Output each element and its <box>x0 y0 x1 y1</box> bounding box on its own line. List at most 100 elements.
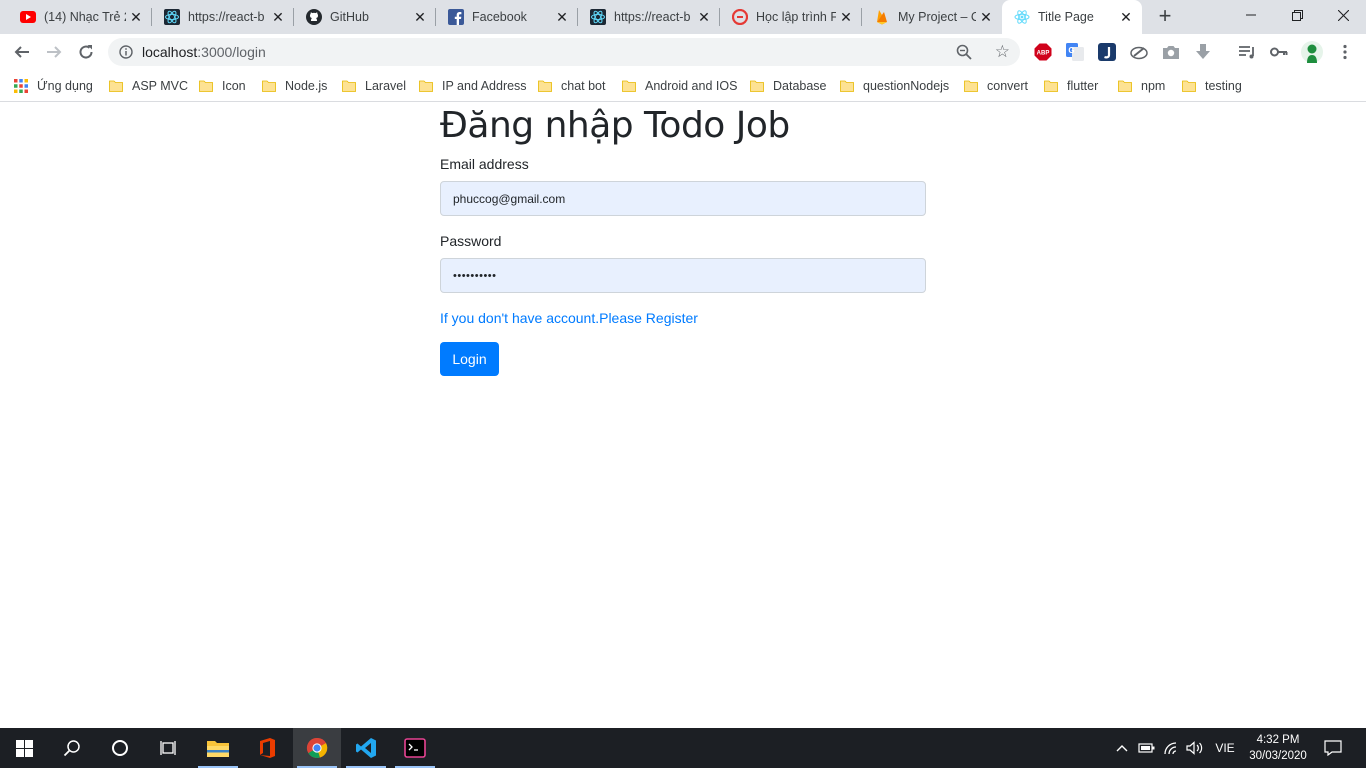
bookmark-folder[interactable]: Android and IOS <box>622 77 737 95</box>
chrome-taskbar-button[interactable] <box>293 728 341 768</box>
start-button[interactable] <box>0 728 48 768</box>
tab-react-bootstrap-1[interactable]: https://react-b ✕ <box>152 0 294 34</box>
file-explorer-button[interactable] <box>194 728 242 768</box>
close-tab-icon[interactable]: ✕ <box>976 9 996 26</box>
input-language-indicator[interactable]: VIE <box>1210 728 1240 768</box>
folder-icon <box>538 80 552 92</box>
profile-avatar[interactable] <box>1301 41 1323 63</box>
cortana-circle-icon <box>112 740 128 756</box>
tab-title-page[interactable]: Title Page ✕ <box>1002 0 1142 34</box>
bookmark-folder[interactable]: ASP MVC <box>109 77 188 95</box>
close-tab-icon[interactable]: ✕ <box>268 9 288 26</box>
close-tab-icon[interactable]: ✕ <box>410 9 430 26</box>
terminal-button[interactable] <box>391 728 439 768</box>
folder-icon <box>109 80 123 92</box>
bookmark-label: Laravel <box>365 79 406 93</box>
system-clock[interactable]: 4:32 PM 30/03/2020 <box>1240 732 1316 764</box>
office-button[interactable] <box>243 728 291 768</box>
email-value: phuccog@gmail.com <box>453 191 566 206</box>
close-tab-icon[interactable]: ✕ <box>552 9 572 26</box>
register-link[interactable]: If you don't have account.Please Registe… <box>440 310 698 326</box>
bookmark-label: Database <box>773 79 827 93</box>
url-host: localhost <box>142 44 198 60</box>
react-bootstrap-icon <box>164 9 180 25</box>
battery-icon[interactable] <box>1136 728 1158 768</box>
volume-icon[interactable] <box>1184 728 1206 768</box>
bookmark-star-icon[interactable]: ☆ <box>995 43 1010 61</box>
folder-icon <box>750 80 764 92</box>
tab-react-bootstrap-2[interactable]: https://react-b ✕ <box>578 0 720 34</box>
download-icon[interactable] <box>1193 42 1213 62</box>
tab-title: Học lập trình F <box>756 10 836 24</box>
task-view-button[interactable] <box>144 728 192 768</box>
vscode-button[interactable] <box>342 728 390 768</box>
google-translate-icon[interactable]: G <box>1065 42 1085 62</box>
kebab-menu-icon[interactable] <box>1335 42 1355 62</box>
windows-logo-icon <box>15 739 33 757</box>
close-tab-icon[interactable]: ✕ <box>694 9 714 26</box>
new-tab-button[interactable]: + <box>1154 5 1176 28</box>
notifications-icon[interactable] <box>1318 728 1348 768</box>
search-button[interactable] <box>48 728 96 768</box>
tab-strip: (14) Nhạc Trẻ 2 ✕ https://react-b ✕ GitH… <box>0 0 1366 34</box>
tab-title: GitHub <box>330 10 369 24</box>
svg-text:G: G <box>1068 46 1074 55</box>
tab-github[interactable]: GitHub ✕ <box>294 0 436 34</box>
tab-edu-site[interactable]: Học lập trình F ✕ <box>720 0 862 34</box>
close-tab-icon[interactable]: ✕ <box>126 9 146 26</box>
bookmark-folder[interactable]: testing <box>1182 77 1242 95</box>
close-tab-icon[interactable]: ✕ <box>1116 9 1136 26</box>
tray-chevron-icon[interactable] <box>1112 728 1132 768</box>
search-icon <box>63 740 80 757</box>
svg-text:ABP: ABP <box>1037 51 1050 57</box>
edu-site-icon <box>732 9 748 25</box>
reload-button[interactable] <box>74 40 98 64</box>
bookmark-label: chat bot <box>561 79 606 93</box>
tab-title: https://react-b <box>188 10 265 24</box>
zoom-icon[interactable] <box>956 44 972 65</box>
key-icon[interactable] <box>1269 42 1289 62</box>
bookmark-folder[interactable]: Database <box>750 77 827 95</box>
extension-brush-icon[interactable] <box>1129 42 1149 62</box>
bookmark-folder[interactable]: flutter <box>1044 77 1098 95</box>
minimize-button[interactable] <box>1228 0 1274 30</box>
camera-icon[interactable] <box>1161 42 1181 62</box>
folder-icon <box>840 80 854 92</box>
media-queue-icon[interactable] <box>1237 42 1257 62</box>
folder-icon <box>419 80 433 92</box>
github-icon <box>306 9 322 25</box>
email-field[interactable]: phuccog@gmail.com <box>440 181 926 216</box>
url-text[interactable]: localhost:3000/login <box>142 44 266 60</box>
tab-firebase[interactable]: My Project – C ✕ <box>862 0 1002 34</box>
adblock-plus-icon[interactable]: ABP <box>1033 42 1053 62</box>
bookmark-folder[interactable]: IP and Address <box>419 77 527 95</box>
bookmark-folder[interactable]: Icon <box>199 77 246 95</box>
page-title: Đăng nhập Todo Job <box>440 105 790 146</box>
tab-facebook[interactable]: Facebook ✕ <box>436 0 578 34</box>
arrow-left-icon <box>14 46 29 58</box>
restore-button[interactable] <box>1274 0 1320 30</box>
password-field[interactable]: •••••••••• <box>440 258 926 293</box>
info-icon[interactable] <box>119 45 133 64</box>
wifi-icon[interactable] <box>1160 728 1184 768</box>
address-bar[interactable]: localhost:3000/login ☆ <box>108 38 1020 66</box>
bookmark-folder[interactable]: npm <box>1118 77 1165 95</box>
close-window-button[interactable] <box>1320 0 1366 30</box>
facebook-icon <box>448 9 464 25</box>
cortana-button[interactable] <box>96 728 144 768</box>
tab-youtube[interactable]: (14) Nhạc Trẻ 2 ✕ <box>8 0 152 34</box>
bookmark-folder[interactable]: Laravel <box>342 77 406 95</box>
close-tab-icon[interactable]: ✕ <box>836 9 856 26</box>
bookmark-folder[interactable]: Node.js <box>262 77 327 95</box>
forward-button[interactable] <box>42 40 66 64</box>
browser-toolbar: localhost:3000/login ☆ ABP G <box>0 34 1366 70</box>
apps-grid-icon <box>14 79 28 93</box>
extension-j-icon[interactable] <box>1097 42 1117 62</box>
bookmark-folder[interactable]: convert <box>964 77 1028 95</box>
bookmark-apps[interactable]: Ứng dụng <box>14 77 93 95</box>
login-button[interactable]: Login <box>440 342 499 376</box>
back-button[interactable] <box>10 40 34 64</box>
bookmark-folder[interactable]: chat bot <box>538 77 605 95</box>
bookmark-folder[interactable]: questionNodejs <box>840 77 949 95</box>
tab-title: Title Page <box>1038 10 1094 24</box>
